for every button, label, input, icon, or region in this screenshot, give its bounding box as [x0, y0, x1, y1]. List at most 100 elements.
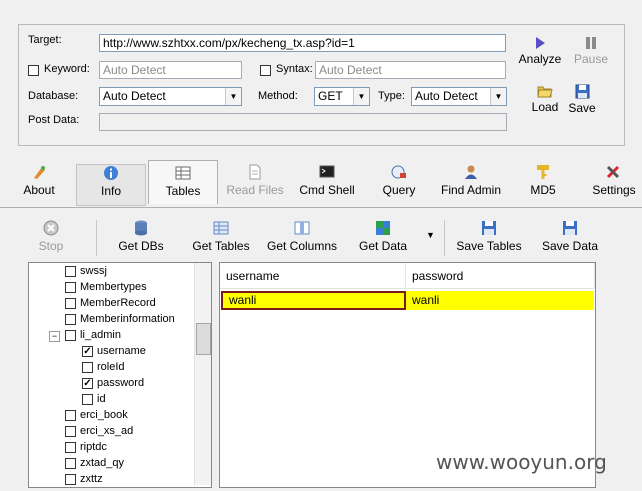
get-data-label: Get Data: [358, 239, 408, 253]
tab-info[interactable]: Info: [76, 164, 146, 206]
column-header-username[interactable]: username: [220, 263, 406, 289]
tree-node-column[interactable]: ✓ password: [82, 375, 144, 391]
watermark-text: www.wooyun.org: [436, 450, 607, 474]
tab-cmd-shell-label: Cmd Shell: [299, 183, 355, 197]
tree-node-table[interactable]: swssj: [65, 263, 107, 279]
tree-checkbox[interactable]: [65, 441, 76, 453]
tree-node-table[interactable]: erci_xs_ad: [65, 423, 133, 439]
chevron-down-icon[interactable]: ▼: [225, 88, 241, 105]
database-icon: [135, 220, 147, 236]
tree-checkbox[interactable]: [65, 425, 76, 437]
tab-about[interactable]: About: [14, 164, 64, 197]
tree-checkbox[interactable]: [65, 297, 76, 309]
query-icon: [391, 165, 406, 179]
analyze-button[interactable]: Analyze: [516, 36, 564, 66]
pause-icon: [586, 37, 596, 49]
tree-node-table[interactable]: li_admin: [65, 327, 121, 343]
tree-collapse-toggle[interactable]: −: [49, 331, 60, 342]
tree-node-table[interactable]: zxttz: [65, 471, 103, 487]
floppy-disk-icon: [563, 221, 577, 235]
tree-scrollbar-thumb[interactable]: [196, 323, 211, 355]
document-icon: [249, 164, 261, 180]
table-icon: [175, 166, 191, 180]
get-tables-label: Get Tables: [192, 239, 250, 253]
toolbar-divider: [96, 220, 97, 256]
schema-tree[interactable]: swssj Membertypes MemberRecord Memberinf…: [28, 262, 212, 488]
syntax-input[interactable]: Auto Detect: [315, 61, 506, 79]
save-tables-label: Save Tables: [456, 239, 522, 253]
save-button[interactable]: Save: [566, 84, 598, 115]
folder-open-icon: [537, 86, 553, 98]
tree-checkbox[interactable]: [65, 281, 76, 293]
tree-node-column[interactable]: roleId: [82, 359, 125, 375]
table-cell[interactable]: wanli: [406, 291, 594, 310]
tab-settings-label: Settings: [592, 183, 636, 197]
tools-icon: [606, 165, 620, 179]
tab-query[interactable]: Query: [374, 164, 424, 197]
database-select-value: Auto Detect: [103, 89, 166, 103]
method-select[interactable]: GET ▼: [314, 87, 370, 106]
tree-node-table[interactable]: Membertypes: [65, 279, 147, 295]
tree-checkbox[interactable]: [65, 457, 76, 469]
keyword-input[interactable]: Auto Detect: [99, 61, 242, 79]
database-label: Database:: [28, 90, 79, 102]
type-label: Type:: [378, 90, 405, 102]
tab-about-label: About: [23, 183, 55, 197]
target-label: Target:: [28, 34, 62, 46]
get-dbs-label: Get DBs: [118, 239, 164, 253]
target-url-input[interactable]: http://www.szhtxx.com/px/kecheng_tx.asp?…: [99, 34, 506, 52]
table-cell[interactable]: wanli: [221, 291, 406, 310]
save-data-button[interactable]: Save Data: [538, 220, 602, 253]
about-icon: [34, 166, 45, 179]
tree-node-column[interactable]: id: [82, 391, 106, 407]
tree-node-column[interactable]: ✓ username: [82, 343, 146, 359]
tree-checkbox[interactable]: [65, 265, 76, 277]
tree-node-table[interactable]: zxtad_qy: [65, 455, 124, 471]
floppy-disk-icon: [482, 221, 496, 235]
syntax-checkbox[interactable]: [260, 65, 271, 76]
postdata-input[interactable]: [99, 113, 507, 131]
tree-node-table[interactable]: MemberRecord: [65, 295, 156, 311]
tab-tables[interactable]: Tables: [148, 160, 218, 204]
tab-find-admin[interactable]: Find Admin: [434, 164, 508, 197]
tab-cmd-shell[interactable]: Cmd Shell: [294, 164, 360, 197]
tree-checkbox-checked[interactable]: ✓: [82, 345, 93, 357]
postdata-label: Post Data:: [28, 114, 80, 126]
tree-checkbox[interactable]: [82, 361, 93, 373]
tab-read-files[interactable]: Read Files: [222, 164, 288, 197]
chevron-down-icon[interactable]: ▼: [353, 88, 369, 105]
save-tables-button[interactable]: Save Tables: [452, 220, 526, 253]
get-data-button[interactable]: Get Data: [354, 220, 412, 253]
load-button[interactable]: Load: [528, 84, 562, 114]
tab-info-label: Info: [100, 184, 121, 198]
pause-button[interactable]: Pause: [568, 36, 614, 66]
tab-read-files-label: Read Files: [226, 183, 284, 197]
get-columns-button[interactable]: Get Columns: [262, 220, 342, 253]
columns-icon: [294, 221, 310, 235]
tree-checkbox[interactable]: [65, 409, 76, 421]
get-dbs-button[interactable]: Get DBs: [112, 220, 170, 253]
tab-settings[interactable]: Settings: [586, 164, 642, 197]
tree-checkbox[interactable]: [65, 329, 76, 341]
tree-scrollbar[interactable]: [194, 263, 211, 485]
database-select[interactable]: Auto Detect ▼: [99, 87, 242, 106]
tree-node-table[interactable]: erci_book: [65, 407, 128, 423]
tab-find-admin-label: Find Admin: [440, 183, 502, 197]
chevron-down-icon[interactable]: ▼: [490, 88, 506, 105]
tab-md5[interactable]: MD5: [522, 164, 564, 197]
tree-checkbox[interactable]: [82, 393, 93, 405]
tree-checkbox-checked[interactable]: ✓: [82, 377, 93, 389]
get-tables-button[interactable]: Get Tables: [187, 220, 255, 253]
tree-node-table[interactable]: riptdc: [65, 439, 107, 455]
get-data-dropdown-icon[interactable]: ▼: [426, 230, 435, 240]
type-select[interactable]: Auto Detect ▼: [411, 87, 507, 106]
tree-checkbox[interactable]: [65, 473, 76, 485]
play-icon: [536, 37, 545, 49]
tree-checkbox[interactable]: [65, 313, 76, 325]
keyword-checkbox[interactable]: [28, 65, 39, 76]
stop-button[interactable]: Stop: [32, 220, 70, 253]
column-header-password[interactable]: password: [406, 263, 595, 289]
tree-node-table[interactable]: Memberinformation: [65, 311, 175, 327]
terminal-icon: [319, 165, 335, 178]
keyword-label: Keyword:: [44, 63, 90, 75]
